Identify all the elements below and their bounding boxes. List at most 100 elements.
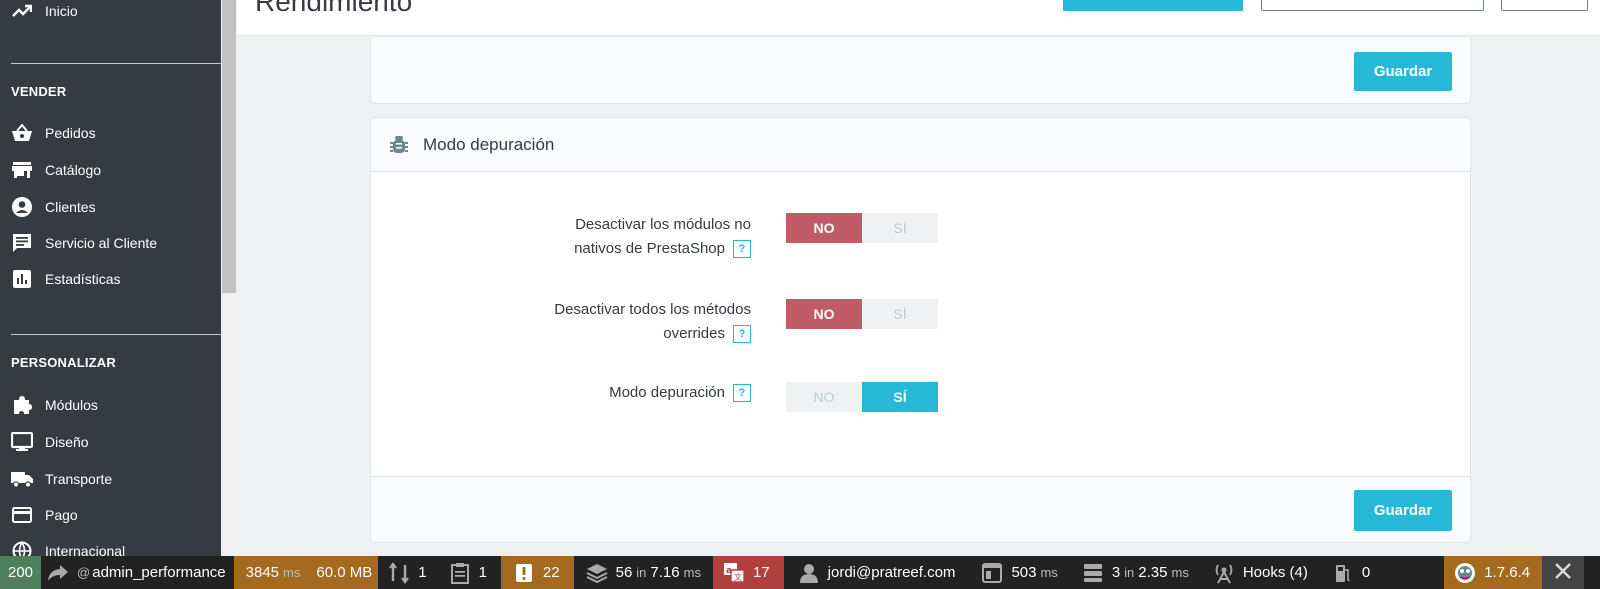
status-code-badge[interactable]: 200 [0, 556, 42, 589]
truck-icon [11, 468, 33, 490]
header-primary-button[interactable] [1063, 0, 1243, 11]
help-icon[interactable]: ? [733, 384, 751, 403]
route-name: admin_performance [92, 564, 226, 581]
route-info[interactable]: @ admin_performance [41, 556, 234, 589]
credit-card-icon [11, 504, 33, 526]
section-vender: VENDER [11, 84, 67, 99]
cache-unit: ms [1171, 565, 1189, 580]
time-unit: ms [283, 565, 301, 580]
security-panel[interactable]: jordi@pratreef.com [784, 556, 972, 589]
switch-option-si[interactable]: SÍ [862, 213, 938, 243]
cache-in: in [1124, 565, 1135, 580]
sidebar-item-diseno[interactable]: Diseño [0, 427, 221, 457]
antenna-icon [1213, 562, 1235, 584]
save-button[interactable]: Guardar [1354, 52, 1452, 91]
share-arrow-icon [47, 562, 69, 584]
queries-count: 56 [615, 564, 633, 581]
close-icon [1555, 562, 1571, 583]
header-secondary-button[interactable] [1261, 0, 1484, 11]
memory-value: 60.0 MB [316, 564, 373, 581]
sidebar-item-estadisticas[interactable]: Estadísticas [0, 264, 221, 294]
basket-icon [11, 122, 33, 144]
hooks-panel[interactable]: Hooks (4) [1203, 556, 1322, 589]
close-toolbar-button[interactable] [1542, 556, 1585, 589]
version-badge[interactable]: 1.7.6.4 [1444, 556, 1543, 589]
field-label-line1: Desactivar los módulos no [575, 216, 751, 233]
switch-option-si[interactable]: SÍ [862, 382, 938, 412]
scrollbar-thumb[interactable] [222, 0, 236, 293]
gas-panel[interactable]: 0 [1322, 556, 1444, 589]
disable-modules-switch[interactable]: NO SÍ [786, 213, 938, 243]
sidebar-scrollbar[interactable] [221, 0, 237, 556]
logs-badge[interactable]: 22 [500, 556, 574, 589]
sidebar-divider [11, 334, 221, 335]
form-row-debug-mode: Modo depuración? [371, 381, 751, 409]
hooks-label: Hooks (4) [1242, 564, 1308, 581]
switch-option-no[interactable]: NO [786, 299, 862, 329]
render-unit: ms [1040, 565, 1058, 580]
fuel-icon [1332, 562, 1354, 584]
performance-panel[interactable]: 503 ms [971, 556, 1071, 589]
page-header: Rendimiento [237, 0, 1600, 36]
sidebar-item-clientes[interactable]: Clientes [0, 192, 221, 222]
puzzle-icon [11, 394, 33, 416]
server-icon [1082, 562, 1104, 584]
sidebar-item-servicio[interactable]: Servicio al Cliente [0, 228, 221, 258]
debug-mode-switch[interactable]: NO SÍ [786, 382, 938, 412]
sidebar-item-catalogo[interactable]: Catálogo [0, 155, 221, 185]
warning-icon [513, 562, 535, 584]
time-badge[interactable]: 3845 ms 60.0 MB [233, 556, 379, 589]
sidebar-item-label: Clientes [45, 199, 96, 215]
account-circle-icon [11, 196, 33, 218]
help-icon[interactable]: ? [733, 240, 751, 259]
sidebar-item-label: Transporte [45, 471, 113, 487]
sidebar-item-label: Servicio al Cliente [45, 235, 158, 251]
sidebar-item-pedidos[interactable]: Pedidos [0, 118, 221, 148]
sidebar-item-label: Pedidos [45, 125, 96, 141]
database-panel[interactable]: 56 in 7.16 ms [574, 556, 713, 589]
sidebar-item-label: Inicio [45, 3, 78, 19]
sidebar-item-label: Diseño [45, 434, 89, 450]
sidebar-item-transporte[interactable]: Transporte [0, 464, 221, 494]
field-label-line1: Desactivar todos los métodos [554, 301, 751, 318]
sidebar-item-label: Estadísticas [45, 271, 121, 287]
clipboard-icon [449, 562, 471, 584]
window-icon [981, 562, 1003, 584]
sidebar-item-pago[interactable]: Pago [0, 500, 221, 530]
templates-count: 1 [478, 564, 487, 581]
sidebar-item-label: Catálogo [45, 162, 102, 178]
queries-unit: ms [683, 565, 701, 580]
field-label: Modo depuración [609, 384, 725, 401]
sidebar: Inicio VENDER Pedidos Catálogo Clientes … [0, 0, 221, 561]
logs-count: 22 [542, 564, 560, 581]
sidebar-item-modulos[interactable]: Módulos [0, 390, 221, 420]
sidebar-item-inicio[interactable]: Inicio [0, 0, 221, 26]
debug-mode-panel: Modo depuración Desactivar los módulos n… [370, 117, 1471, 543]
switch-option-no[interactable]: NO [786, 382, 862, 412]
user-icon [798, 562, 820, 584]
status-code: 200 [8, 564, 34, 581]
panel-header: Modo depuración [371, 118, 1470, 172]
save-button[interactable]: Guardar [1354, 490, 1452, 531]
queries-time: 7.16 [650, 564, 680, 581]
templates-panel[interactable]: 1 [441, 556, 501, 589]
switch-option-no[interactable]: NO [786, 213, 862, 243]
time-value: 3845 [245, 564, 280, 581]
form-icon [388, 561, 410, 584]
prestashop-logo-icon [1454, 562, 1476, 584]
queries-in: in [636, 565, 647, 580]
help-icon[interactable]: ? [733, 325, 751, 344]
cache-count: 3 [1111, 564, 1121, 581]
sidebar-divider [11, 63, 221, 64]
page-title: Rendimiento [255, 0, 413, 17]
forms-panel[interactable]: 1 [378, 556, 440, 589]
user-email: jordi@pratreef.com [827, 564, 956, 581]
cache-panel[interactable]: 3 in 2.35 ms [1072, 556, 1203, 589]
translations-badge[interactable]: a文 17 [712, 556, 784, 589]
switch-option-si[interactable]: SÍ [862, 299, 938, 329]
header-help-button[interactable] [1501, 0, 1588, 11]
form-row-disable-modules: Desactivar los módulos no nativos de Pre… [371, 213, 751, 265]
bug-icon [389, 135, 409, 155]
disable-overrides-switch[interactable]: NO SÍ [786, 299, 938, 329]
monitor-icon [11, 431, 33, 453]
